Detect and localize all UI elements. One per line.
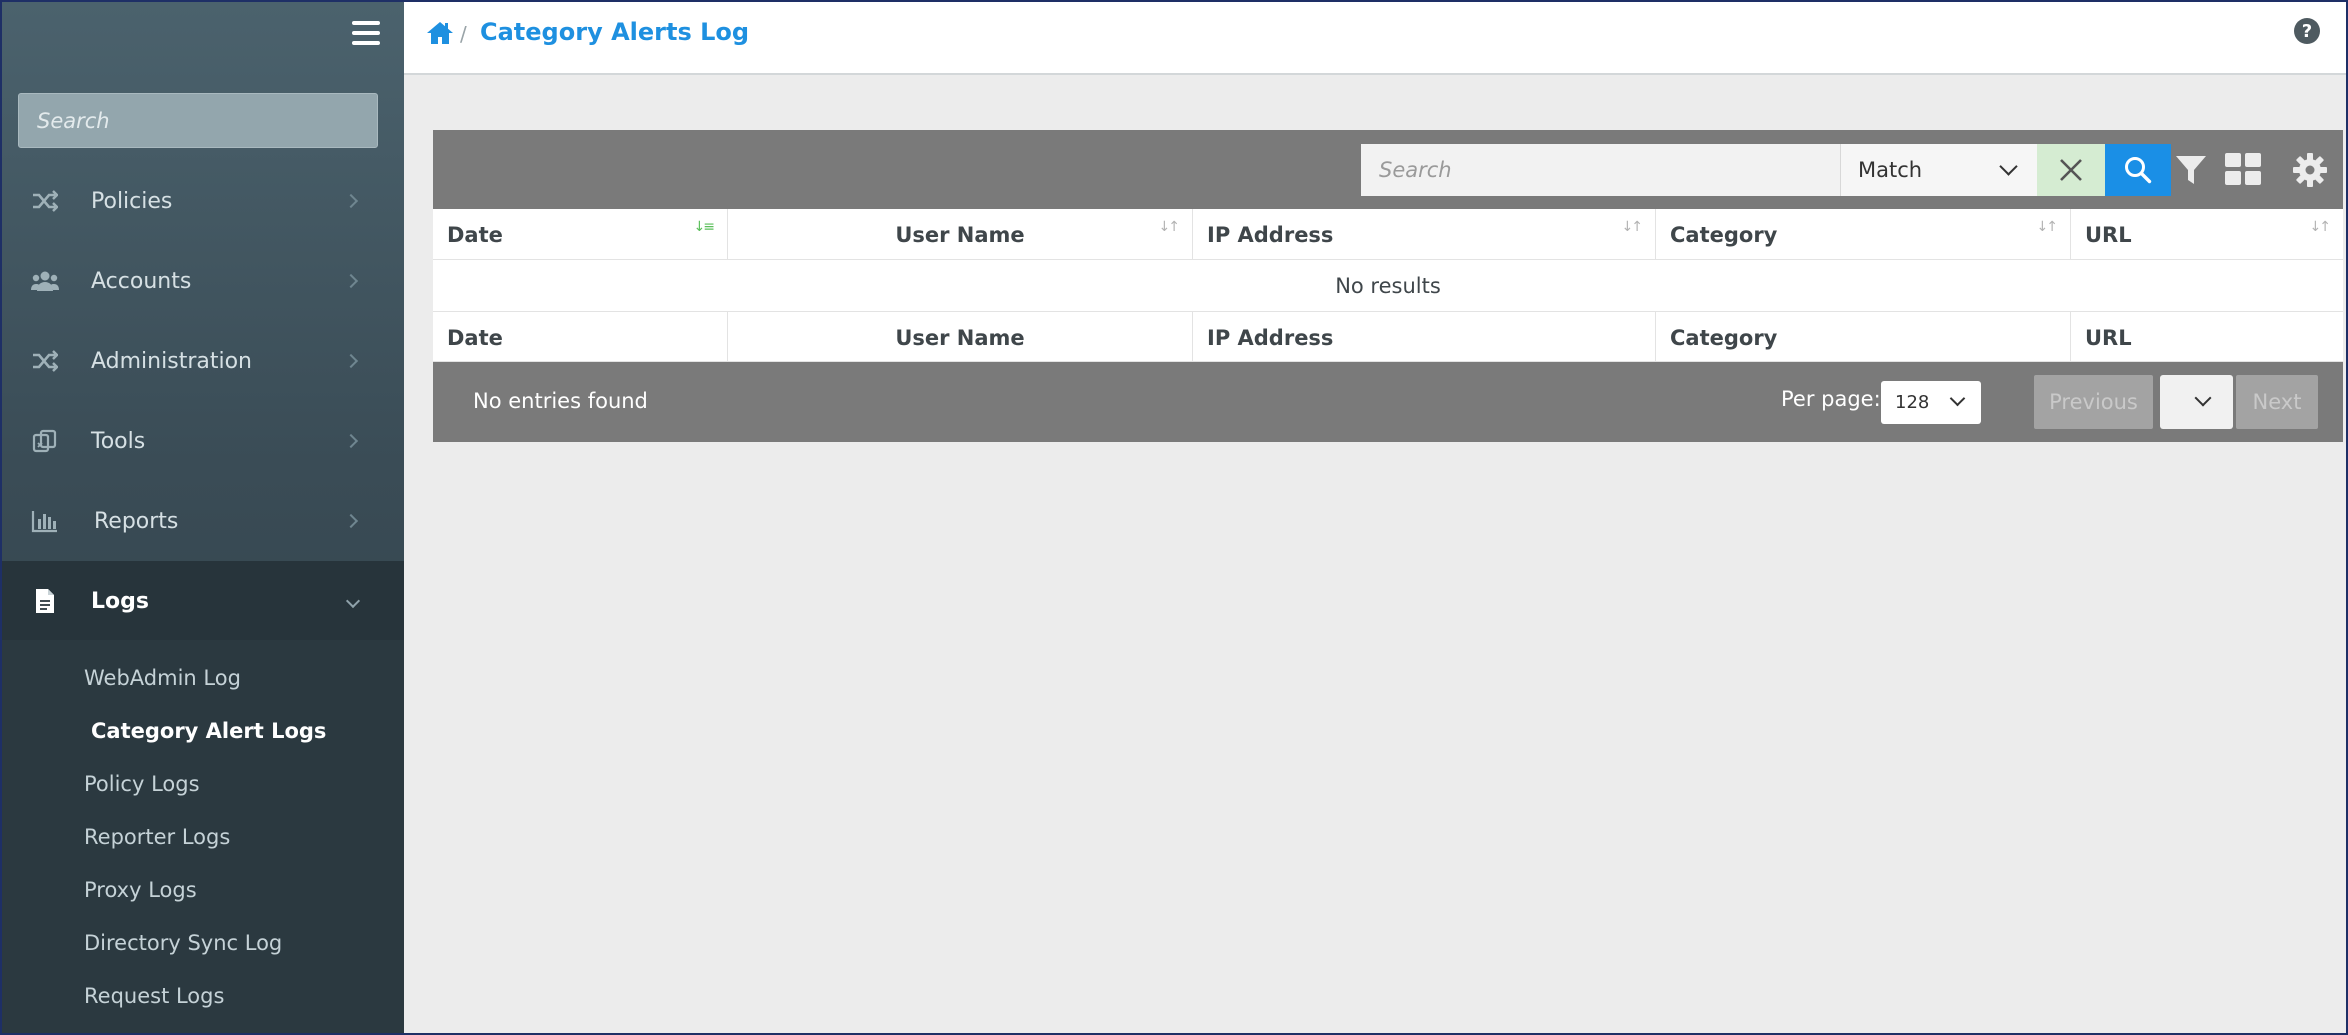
column-header-url[interactable]: URL ↓↑	[2071, 209, 2343, 260]
search-icon	[2125, 157, 2152, 184]
grid-search-input[interactable]	[1361, 144, 1840, 196]
sort-descending-icon[interactable]: ↓≡	[694, 219, 716, 235]
users-icon	[30, 266, 60, 296]
chevron-right-icon	[343, 433, 359, 449]
chevron-down-icon	[1949, 390, 1966, 407]
empty-results-message: No results	[433, 260, 2343, 311]
page-title[interactable]: Category Alerts Log	[480, 18, 749, 46]
column-header-category[interactable]: Category ↓↑	[1656, 209, 2071, 260]
close-icon	[2060, 159, 2082, 181]
per-page-label: Per page:	[1781, 387, 1881, 411]
column-header-label: URL	[2085, 222, 2132, 247]
footer-column-ip-address: IP Address	[1193, 312, 1656, 363]
match-mode-value: Match	[1858, 158, 1923, 182]
search-button[interactable]	[2105, 144, 2171, 196]
submenu-item-policy-logs[interactable]: Policy Logs	[84, 772, 200, 796]
sidebar-item-label: Policies	[91, 188, 173, 214]
hamburger-menu-icon[interactable]	[352, 21, 380, 45]
chevron-down-icon	[1999, 157, 2018, 176]
sidebar-item-logs[interactable]: Logs	[2, 561, 404, 641]
sort-icon[interactable]: ↓↑	[2037, 219, 2059, 235]
table-footer-header: Date User Name IP Address Category URL	[433, 311, 2343, 363]
page-number-select[interactable]	[2160, 375, 2233, 429]
sidebar-item-tools[interactable]: Tools	[2, 401, 404, 481]
sidebar-item-administration[interactable]: Administration	[2, 321, 404, 401]
help-icon[interactable]: ?	[2294, 18, 2320, 44]
column-header-label: Date	[447, 222, 503, 247]
submenu-item-request-logs[interactable]: Request Logs	[84, 984, 224, 1008]
pagination-bar: No entries found Per page: 128 Previous …	[433, 362, 2343, 442]
chevron-right-icon	[343, 513, 359, 529]
sort-icon[interactable]: ↓↑	[2310, 219, 2332, 235]
bar-chart-icon	[30, 506, 60, 536]
sidebar: Policies Accounts Administration Tools	[2, 2, 404, 1033]
sort-icon[interactable]: ↓↑	[1622, 219, 1644, 235]
shuffle-icon	[30, 186, 60, 216]
document-icon	[30, 586, 60, 616]
top-bar: / Category Alerts Log ?	[404, 2, 2346, 75]
match-mode-select[interactable]: Match	[1840, 144, 2037, 196]
column-header-ip-address[interactable]: IP Address ↓↑	[1193, 209, 1656, 260]
per-page-value: 128	[1895, 392, 1930, 413]
clear-search-button[interactable]	[2037, 144, 2105, 196]
submenu-item-directory-sync-log[interactable]: Directory Sync Log	[84, 931, 282, 955]
breadcrumb-separator: /	[460, 22, 467, 46]
next-page-button[interactable]: Next	[2236, 375, 2318, 429]
column-header-user-name[interactable]: User Name ↓↑	[728, 209, 1193, 260]
per-page-select[interactable]: 128	[1881, 381, 1981, 424]
column-layout-icon[interactable]	[2224, 152, 2262, 186]
sort-icon[interactable]: ↓↑	[1159, 219, 1181, 235]
sidebar-item-label: Reports	[94, 508, 179, 534]
previous-page-button[interactable]: Previous	[2034, 375, 2153, 429]
sidebar-item-label: Administration	[91, 348, 252, 374]
tools-icon	[30, 426, 60, 456]
sidebar-header	[2, 2, 404, 74]
sidebar-item-accounts[interactable]: Accounts	[2, 241, 404, 321]
chevron-right-icon	[343, 273, 359, 289]
sidebar-search-input[interactable]	[18, 93, 378, 148]
gear-icon[interactable]	[2291, 151, 2329, 189]
filter-icon[interactable]	[2174, 154, 2208, 186]
submenu-item-reporter-logs[interactable]: Reporter Logs	[84, 825, 230, 849]
column-header-label: Category	[1670, 222, 1778, 247]
column-header-label: User Name	[895, 222, 1025, 247]
sidebar-item-label: Tools	[91, 428, 146, 454]
submenu-item-category-alert-logs[interactable]: Category Alert Logs	[91, 719, 326, 743]
footer-column-user-name: User Name	[728, 312, 1193, 363]
footer-column-date: Date	[433, 312, 728, 363]
column-header-date[interactable]: Date ↓≡	[433, 209, 728, 260]
sidebar-item-label: Accounts	[91, 268, 192, 294]
sidebar-item-policies[interactable]: Policies	[2, 161, 404, 241]
logs-submenu: WebAdmin Log Category Alert Logs Policy …	[2, 640, 404, 1033]
chevron-right-icon	[343, 193, 359, 209]
log-grid-panel: Match Date ↓≡ User Name ↓↑ IP Address	[433, 130, 2343, 442]
column-header-label: IP Address	[1207, 222, 1334, 247]
table-header: Date ↓≡ User Name ↓↑ IP Address ↓↑ Categ…	[433, 209, 2343, 260]
entries-count: No entries found	[473, 389, 648, 413]
grid-toolbar: Match	[433, 130, 2343, 209]
submenu-item-proxy-logs[interactable]: Proxy Logs	[84, 878, 197, 902]
chevron-right-icon	[343, 353, 359, 369]
home-icon[interactable]	[426, 20, 454, 46]
chevron-down-icon	[2194, 389, 2212, 407]
footer-column-url: URL	[2085, 325, 2132, 350]
footer-column-category: Category	[1656, 312, 2071, 363]
chevron-down-icon	[345, 593, 361, 609]
submenu-item-webadmin-log[interactable]: WebAdmin Log	[84, 666, 241, 690]
sidebar-item-reports[interactable]: Reports	[2, 481, 404, 561]
sidebar-nav: Policies Accounts Administration Tools R…	[2, 161, 404, 641]
sidebar-item-label: Logs	[91, 588, 149, 614]
shuffle-icon	[30, 346, 60, 376]
